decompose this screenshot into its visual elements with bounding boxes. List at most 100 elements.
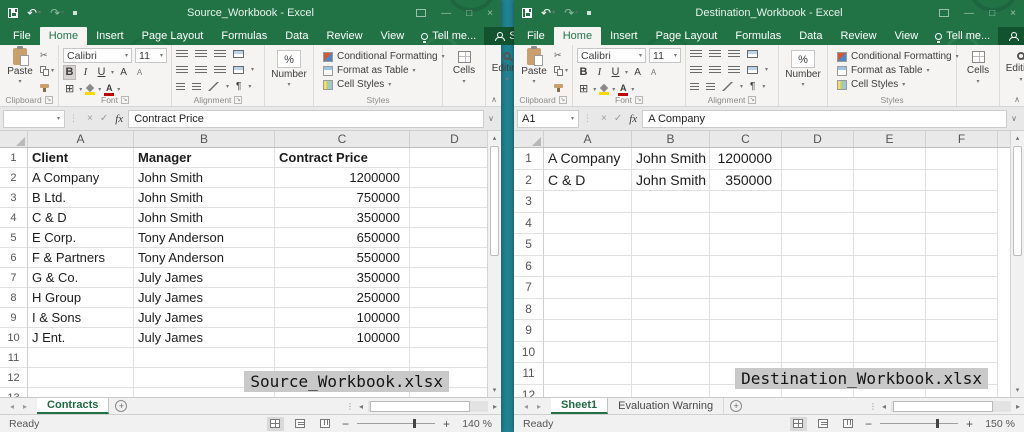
decrease-indent-icon[interactable] bbox=[176, 83, 185, 91]
cell-A7[interactable]: G & Co. bbox=[28, 268, 134, 288]
scroll-down-icon[interactable]: ▾ bbox=[1011, 386, 1024, 394]
cell-C3[interactable] bbox=[710, 191, 782, 213]
row-header-8[interactable]: 8 bbox=[0, 288, 28, 308]
prev-sheet-icon[interactable]: ◂ bbox=[10, 402, 14, 411]
cell-A11[interactable] bbox=[544, 363, 632, 385]
expand-formula-bar-button[interactable]: ∨ bbox=[484, 114, 498, 123]
save-button[interactable] bbox=[8, 8, 18, 18]
copy-button[interactable]: ▾ bbox=[554, 66, 568, 76]
row-header-5[interactable]: 5 bbox=[0, 228, 28, 248]
cell-A3[interactable]: B Ltd. bbox=[28, 188, 134, 208]
tell-me-box[interactable]: Tell me... bbox=[413, 27, 484, 45]
page-layout-view-button[interactable] bbox=[815, 417, 832, 431]
alignment-dialog-launcher[interactable]: ↘ bbox=[748, 96, 756, 104]
cell-B4[interactable]: John Smith bbox=[134, 208, 275, 228]
clipboard-dialog-launcher[interactable]: ↘ bbox=[45, 96, 53, 104]
cell-A5[interactable]: E Corp. bbox=[28, 228, 134, 248]
cell-E10[interactable] bbox=[854, 342, 926, 364]
cut-button[interactable]: ✂ bbox=[554, 50, 568, 60]
horizontal-scroll-thumb[interactable] bbox=[370, 401, 470, 412]
font-name-select[interactable]: Calibri▾ bbox=[63, 48, 132, 63]
expand-formula-bar-button[interactable]: ∨ bbox=[1007, 114, 1021, 123]
select-all-corner[interactable] bbox=[514, 131, 544, 147]
cell-A1[interactable]: Client bbox=[28, 148, 134, 168]
cell-A6[interactable]: F & Partners bbox=[28, 248, 134, 268]
align-right-icon[interactable] bbox=[214, 66, 226, 74]
horizontal-scroll-thumb[interactable] bbox=[893, 401, 993, 412]
cell-E2[interactable] bbox=[854, 170, 926, 192]
column-header-A[interactable]: A bbox=[544, 131, 632, 147]
tab-page-layout[interactable]: Page Layout bbox=[133, 27, 213, 45]
ribbon-display-options-icon[interactable] bbox=[416, 9, 426, 17]
font-size-select[interactable]: 11▾ bbox=[135, 48, 167, 63]
cell-F2[interactable] bbox=[926, 170, 998, 192]
cell-D3[interactable] bbox=[782, 191, 854, 213]
cell-C1[interactable]: Contract Price bbox=[275, 148, 410, 168]
column-header-C[interactable]: C bbox=[710, 131, 782, 147]
cell-D8[interactable] bbox=[782, 299, 854, 321]
confirm-entry-button[interactable]: ✓ bbox=[614, 113, 622, 124]
cell-B9[interactable] bbox=[632, 320, 710, 342]
cells-button[interactable]: Cells▾ bbox=[447, 48, 481, 93]
cell-F10[interactable] bbox=[926, 342, 998, 364]
row-header-6[interactable]: 6 bbox=[514, 256, 544, 278]
cell-F6[interactable] bbox=[926, 256, 998, 278]
sheet-tab-evaluation-warning[interactable]: Evaluation Warning bbox=[608, 398, 724, 414]
cell-E9[interactable] bbox=[854, 320, 926, 342]
redo-button[interactable]: ↷▾ bbox=[50, 7, 64, 19]
cell-B1[interactable]: Manager bbox=[134, 148, 275, 168]
cell-B6[interactable] bbox=[632, 256, 710, 278]
cell-C8[interactable]: 250000 bbox=[275, 288, 410, 308]
row-header-10[interactable]: 10 bbox=[0, 328, 28, 348]
column-header-B[interactable]: B bbox=[134, 131, 275, 147]
increase-indent-icon[interactable] bbox=[706, 83, 715, 91]
cell-A12[interactable] bbox=[28, 368, 134, 388]
percent-style-button[interactable]: % bbox=[791, 50, 815, 68]
normal-view-button[interactable] bbox=[267, 417, 284, 431]
paste-button[interactable]: Paste▾ bbox=[518, 48, 550, 93]
row-header-2[interactable]: 2 bbox=[514, 170, 544, 192]
column-header-B[interactable]: B bbox=[632, 131, 710, 147]
align-bottom-icon[interactable] bbox=[728, 50, 740, 58]
tab-data[interactable]: Data bbox=[276, 27, 317, 45]
wrap-text-icon[interactable] bbox=[747, 50, 758, 58]
vertical-scrollbar[interactable]: ▴▾ bbox=[1010, 131, 1024, 397]
align-center-icon[interactable] bbox=[709, 66, 721, 74]
orientation-icon[interactable] bbox=[722, 82, 733, 91]
row-header-3[interactable]: 3 bbox=[514, 191, 544, 213]
restore-button[interactable]: □ bbox=[989, 8, 995, 19]
cut-button[interactable]: ✂ bbox=[40, 50, 54, 60]
font-color-icon[interactable]: A bbox=[618, 84, 628, 96]
cell-B1[interactable]: John Smith bbox=[632, 148, 710, 170]
cell-B5[interactable]: Tony Anderson bbox=[134, 228, 275, 248]
cell-C2[interactable]: 350000 bbox=[710, 170, 782, 192]
font-color-icon[interactable]: A bbox=[104, 84, 114, 96]
align-center-icon[interactable] bbox=[195, 66, 207, 74]
tab-view[interactable]: View bbox=[372, 27, 414, 45]
tab-splitter-icon[interactable]: ⋮ bbox=[869, 402, 877, 411]
formula-input[interactable]: Contract Price bbox=[128, 110, 484, 128]
hscroll-right-icon[interactable]: ▸ bbox=[493, 402, 497, 411]
copy-button[interactable]: ▾ bbox=[40, 66, 54, 76]
formula-input[interactable]: A Company bbox=[642, 110, 1007, 128]
row-header-8[interactable]: 8 bbox=[514, 299, 544, 321]
align-top-icon[interactable] bbox=[176, 50, 188, 58]
prev-sheet-icon[interactable]: ◂ bbox=[524, 402, 528, 411]
cell-D7[interactable] bbox=[782, 277, 854, 299]
zoom-slider[interactable] bbox=[357, 423, 435, 424]
cell-E5[interactable] bbox=[854, 234, 926, 256]
cell-B7[interactable] bbox=[632, 277, 710, 299]
row-header-12[interactable]: 12 bbox=[0, 368, 28, 388]
decrease-font-button[interactable]: A bbox=[133, 65, 146, 80]
tab-splitter-icon[interactable]: ⋮ bbox=[346, 402, 354, 411]
cell-F7[interactable] bbox=[926, 277, 998, 299]
paragraph-icon[interactable]: ¶ bbox=[236, 81, 241, 92]
row-header-9[interactable]: 9 bbox=[514, 320, 544, 342]
ribbon-display-options-icon[interactable] bbox=[939, 9, 949, 17]
orientation-icon[interactable] bbox=[208, 82, 219, 91]
page-layout-view-button[interactable] bbox=[292, 417, 309, 431]
number-format-button[interactable]: Number bbox=[785, 69, 821, 80]
cell-C4[interactable]: 350000 bbox=[275, 208, 410, 228]
insert-function-button[interactable]: fx bbox=[629, 113, 637, 125]
cell-A9[interactable] bbox=[544, 320, 632, 342]
